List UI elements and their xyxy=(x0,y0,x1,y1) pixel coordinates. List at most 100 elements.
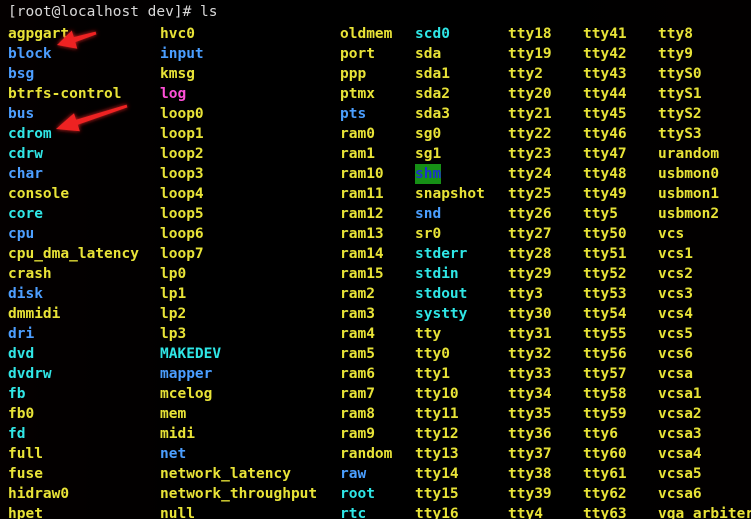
ls-entry: tty44 xyxy=(583,86,627,102)
ls-entry: tty13 xyxy=(415,446,459,462)
ls-entry: loop7 xyxy=(160,246,204,262)
ls-entry: tty3 xyxy=(508,286,543,302)
ls-entry: dri xyxy=(8,326,35,342)
ls-entry: sr0 xyxy=(415,226,442,242)
ls-entry: bsg xyxy=(8,66,35,82)
ls-entry: vga_arbiter xyxy=(658,506,751,519)
ls-entry: tty0 xyxy=(415,346,450,362)
ls-entry: tty23 xyxy=(508,146,552,162)
ls-entry: ram7 xyxy=(340,386,375,402)
ls-entry: cdrw xyxy=(8,146,43,162)
ls-entry: tty15 xyxy=(415,486,459,502)
ls-entry: vcsa xyxy=(658,366,693,382)
ls-entry: tty38 xyxy=(508,466,552,482)
ls-entry: scd0 xyxy=(415,26,450,42)
ls-entry: tty43 xyxy=(583,66,627,82)
ls-entry: hvc0 xyxy=(160,26,195,42)
ls-entry: tty53 xyxy=(583,286,627,302)
ls-entry: char xyxy=(8,166,43,182)
ls-entry: midi xyxy=(160,426,195,442)
ls-entry: tty48 xyxy=(583,166,627,182)
ls-entry: tty4 xyxy=(508,506,543,519)
ls-entry: console xyxy=(8,186,70,202)
ls-entry: tty60 xyxy=(583,446,627,462)
ls-entry: ppp xyxy=(340,66,367,82)
ls-entry: ram11 xyxy=(340,186,384,202)
ls-entry: tty8 xyxy=(658,26,693,42)
ls-entry: vcsa2 xyxy=(658,406,702,422)
ls-entry: rtc xyxy=(340,506,367,519)
ls-entry: stdin xyxy=(415,266,459,282)
ls-entry: tty16 xyxy=(415,506,459,519)
ls-entry: mapper xyxy=(160,366,213,382)
ls-entry: loop4 xyxy=(160,186,204,202)
ls-entry: tty42 xyxy=(583,46,627,62)
ls-entry: shm xyxy=(415,164,442,184)
ls-entry: block xyxy=(8,46,52,62)
ls-entry: log xyxy=(160,86,187,102)
ls-entry: stdout xyxy=(415,286,468,302)
ls-entry: ram4 xyxy=(340,326,375,342)
ls-entry: loop0 xyxy=(160,106,204,122)
ls-entry: crash xyxy=(8,266,52,282)
ls-entry: port xyxy=(340,46,375,62)
ls-entry: vcs1 xyxy=(658,246,693,262)
ls-entry: tty22 xyxy=(508,126,552,142)
terminal-window[interactable]: [root@localhost dev]# ls agpgart block bsg… xyxy=(0,0,751,519)
ls-entry: full xyxy=(8,446,43,462)
ls-entry: disk xyxy=(8,286,43,302)
ls-entry: ram13 xyxy=(340,226,384,242)
ls-entry: ram5 xyxy=(340,346,375,362)
ls-entry: snapshot xyxy=(415,186,485,202)
ls-entry: tty46 xyxy=(583,126,627,142)
ls-entry: null xyxy=(160,506,195,519)
ls-entry: tty9 xyxy=(658,46,693,62)
ls-entry: lp1 xyxy=(160,286,187,302)
ls-entry: tty51 xyxy=(583,246,627,262)
ls-entry: network_latency xyxy=(160,466,291,482)
ls-entry: tty14 xyxy=(415,466,459,482)
ls-entry: tty25 xyxy=(508,186,552,202)
ls-entry: MAKEDEV xyxy=(160,346,222,362)
ls-entry: sda3 xyxy=(415,106,450,122)
ls-entry: tty28 xyxy=(508,246,552,262)
ls-entry: tty52 xyxy=(583,266,627,282)
ls-entry: fd xyxy=(8,426,26,442)
ls-entry: tty19 xyxy=(508,46,552,62)
ls-entry: tty62 xyxy=(583,486,627,502)
ls-entry: usbmon0 xyxy=(658,166,720,182)
ls-entry: vcs5 xyxy=(658,326,693,342)
ls-entry: tty27 xyxy=(508,226,552,242)
ls-entry: tty26 xyxy=(508,206,552,222)
arrow-cdrom-icon xyxy=(56,104,128,132)
ls-entry: vcs2 xyxy=(658,266,693,282)
ls-entry: cpu xyxy=(8,226,35,242)
ls-entry: sg0 xyxy=(415,126,442,142)
ls-entry: tty11 xyxy=(415,406,459,422)
ls-entry: lp0 xyxy=(160,266,187,282)
ls-entry: ram1 xyxy=(340,146,375,162)
ls-entry: tty6 xyxy=(583,426,618,442)
ls-entry: mcelog xyxy=(160,386,213,402)
ls-entry: root xyxy=(340,486,375,502)
ls-entry: tty32 xyxy=(508,346,552,362)
ls-entry: dmmidi xyxy=(8,306,61,322)
ls-entry: ptmx xyxy=(340,86,375,102)
ls-entry: stderr xyxy=(415,246,468,262)
ls-entry: ram14 xyxy=(340,246,384,262)
ls-entry: urandom xyxy=(658,146,720,162)
ls-entry: vcsa4 xyxy=(658,446,702,462)
ls-entry: ttyS1 xyxy=(658,86,702,102)
ls-entry: ttyS0 xyxy=(658,66,702,82)
ls-entry: sda xyxy=(415,46,442,62)
ls-entry: tty30 xyxy=(508,306,552,322)
ls-entry: oldmem xyxy=(340,26,393,42)
ls-entry: systty xyxy=(415,306,468,322)
ls-entry: tty58 xyxy=(583,386,627,402)
ls-entry: dvdrw xyxy=(8,366,52,382)
ls-entry: loop6 xyxy=(160,226,204,242)
ls-entry: tty20 xyxy=(508,86,552,102)
ls-entry: random xyxy=(340,446,393,462)
ls-entry: tty39 xyxy=(508,486,552,502)
ls-entry: tty36 xyxy=(508,426,552,442)
